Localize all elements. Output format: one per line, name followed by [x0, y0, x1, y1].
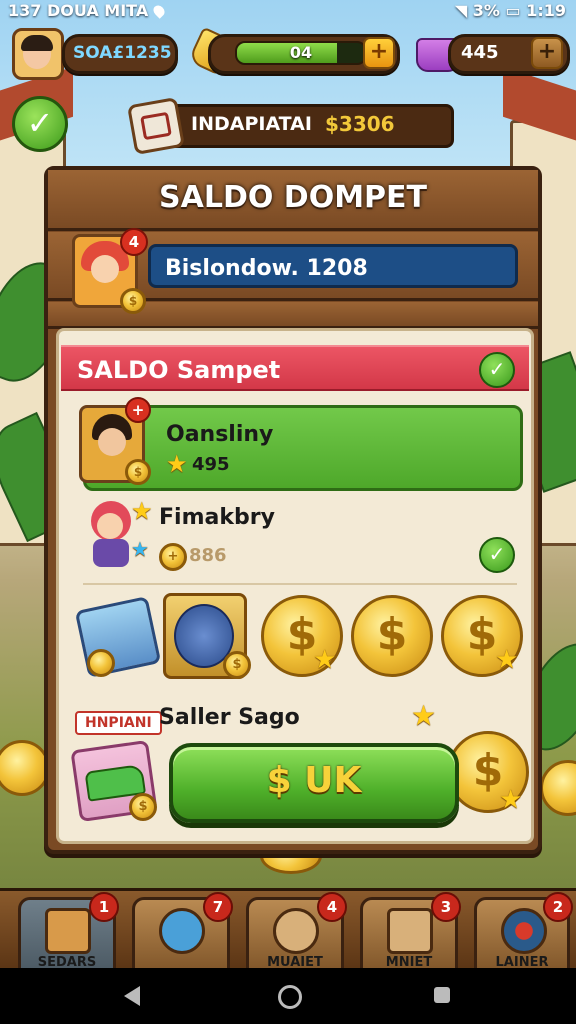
star-icon: ★ — [495, 645, 519, 675]
player-currency-value: SOA£1235 — [73, 43, 172, 63]
hero-level-badge: 4 — [120, 228, 148, 256]
star-icon: ★ — [131, 497, 153, 525]
house-icon — [45, 908, 91, 954]
magnifier-icon — [159, 908, 205, 954]
car-coin-icon: $ — [129, 793, 157, 821]
battery-icon: ▭ — [505, 1, 521, 20]
nav-badge: 2 — [543, 892, 573, 922]
battery-percent: 3% — [472, 1, 500, 20]
row-name: Fimakbry — [159, 505, 275, 530]
daily-check-button[interactable]: ✓ — [12, 96, 68, 152]
banner-label: INDAPIATAI — [191, 113, 312, 135]
target-icon — [501, 908, 547, 954]
divider — [83, 583, 517, 585]
add-gems-button[interactable]: + — [531, 37, 563, 69]
player-2-check-icon[interactable]: ✓ — [479, 537, 515, 573]
balance-display: Bislondow. 1208 — [148, 244, 518, 288]
row-score: 495 — [192, 454, 230, 475]
coin-stack-icon — [540, 760, 576, 816]
panel-title: SALDO DOMPET — [159, 180, 427, 215]
nav-item-mniet[interactable]: 3 MNIET — [360, 892, 461, 974]
nav-badge: 4 — [317, 892, 347, 922]
nav-item-lainer[interactable]: 2 LAINER — [474, 892, 573, 974]
add-energy-button[interactable]: + — [363, 37, 395, 69]
player-1-badge: + — [125, 397, 151, 423]
sheet-header: SALDO Sampet — [61, 345, 529, 391]
status-carrier: 137 DOUA MITA — [8, 1, 168, 20]
medal-coin-icon: $ — [223, 651, 251, 679]
nav-item-muaiet[interactable]: 4 MUAIET — [246, 892, 347, 974]
clock: 1:19 — [526, 1, 566, 20]
energy-pill: 04 + — [208, 34, 400, 74]
earnings-banner: INDAPIATAI $3306 — [127, 97, 454, 155]
player-2-body — [93, 539, 129, 567]
avatar-hair — [21, 35, 53, 51]
player-1-coin-icon: $ — [125, 459, 151, 485]
wallet-panel: SALDO DOMPET 4 $ Bislondow. 1208 SALDO S… — [44, 166, 542, 854]
player-1-face — [98, 428, 126, 456]
wifi-icon: ◥ — [454, 1, 468, 20]
coin-stack-icon — [0, 740, 50, 796]
player-currency-pill: SOA£1235 — [62, 34, 178, 74]
row-score: 886 — [189, 545, 227, 566]
nav-item-search[interactable]: 7 — [132, 892, 233, 974]
blue-star-icon: ★ — [131, 537, 149, 561]
hero-face — [91, 255, 119, 283]
home-icon[interactable] — [278, 985, 302, 1009]
star-icon: ★ — [313, 645, 337, 675]
star-icon: ★ — [166, 450, 188, 478]
seller-label: Saller Sago — [159, 705, 300, 730]
gems-value: 445 — [461, 42, 499, 63]
plus-coin-icon: + — [159, 543, 187, 571]
bottom-nav: 1 SEDARS 7 4 MUAIET 3 MNIET 2 LAINER — [0, 888, 576, 974]
lock-icon — [387, 908, 433, 954]
player-2-face — [97, 513, 123, 539]
nav-item-sedars[interactable]: 1 SEDARS — [18, 892, 119, 974]
gems-pill: 445 + — [448, 34, 570, 74]
nav-badge: 3 — [431, 892, 461, 922]
sheet-header-label: SALDO Sampet — [77, 356, 281, 384]
location-icon — [151, 3, 168, 19]
confirm-ok-button[interactable]: $ UK — [169, 743, 459, 823]
gold-coin-icon[interactable]: $ — [351, 595, 433, 677]
banner-amount: $3306 — [325, 112, 395, 136]
ledger-icon — [127, 97, 185, 155]
wallet-sheet: SALDO Sampet ✓ Oansliny ★ 495 + $ ★ ★ Fi… — [56, 328, 534, 844]
nav-badge: 1 — [89, 892, 119, 922]
header-check-icon[interactable]: ✓ — [479, 352, 515, 388]
coin-icon — [273, 908, 319, 954]
status-right: ◥ 3% ▭ 1:19 — [455, 1, 566, 20]
system-nav-bar — [0, 968, 576, 1024]
energy-bar: 04 — [235, 41, 367, 65]
player-avatar[interactable] — [12, 28, 64, 80]
nav-badge: 7 — [203, 892, 233, 922]
recents-icon[interactable] — [434, 987, 450, 1003]
hero-coin-icon: $ — [120, 288, 146, 314]
star-icon: ★ — [499, 785, 523, 815]
seller-tag: HNPIANI — [75, 711, 162, 735]
energy-value: 04 — [289, 43, 313, 62]
status-bar: 137 DOUA MITA ◥ 3% ▭ 1:19 — [0, 0, 576, 22]
star-icon: ★ — [411, 699, 437, 732]
small-coin-icon — [87, 649, 115, 677]
back-icon[interactable] — [124, 986, 140, 1006]
row-name: Oansliny — [166, 422, 274, 447]
